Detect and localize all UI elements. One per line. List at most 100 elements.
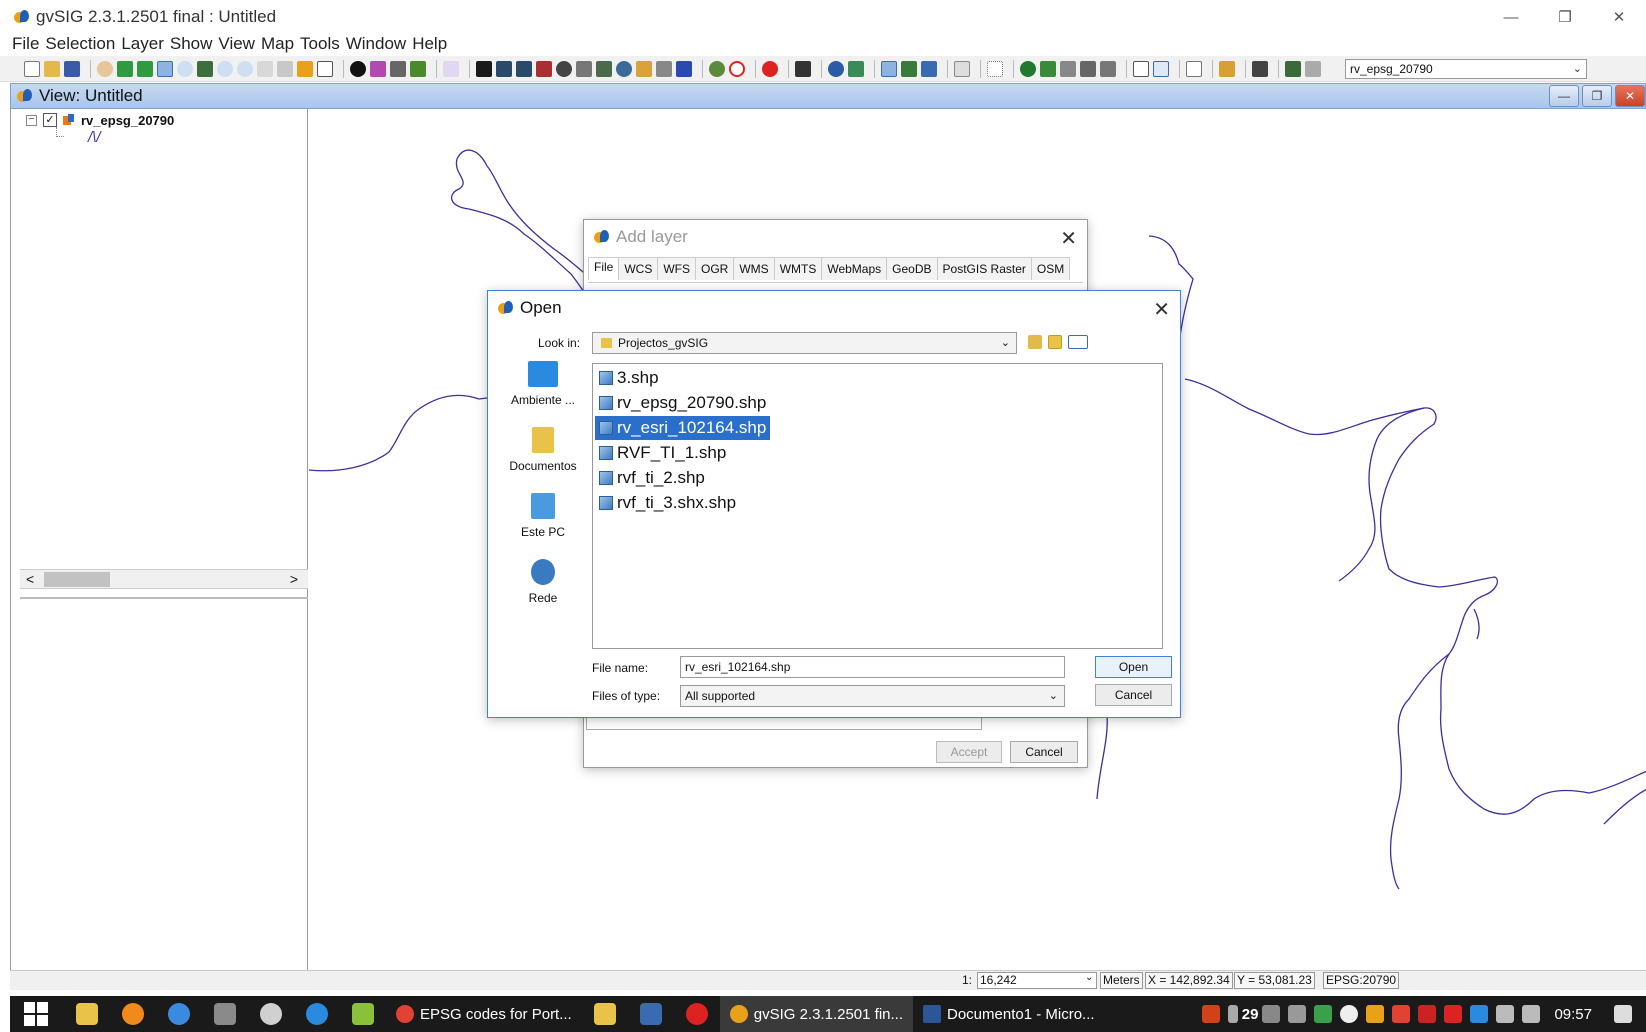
toc-layer-row[interactable]: − ✓ rv_epsg_20790 [26,111,174,129]
document-icon[interactable] [1186,60,1202,77]
export-icon[interactable] [901,60,917,77]
files-of-type-combo[interactable]: All supported ⌄ [680,685,1065,707]
file-item[interactable]: 3.shp [595,366,663,390]
new-folder-icon[interactable] [1048,335,1062,349]
menu-window[interactable]: Window [346,34,406,54]
clear-selection-icon[interactable] [656,60,672,77]
tray-icon[interactable] [1418,1005,1437,1023]
file-item[interactable]: rv_epsg_20790.shp [595,391,770,415]
measure-distance-icon[interactable] [370,60,386,77]
filezilla-icon[interactable] [1201,1005,1220,1023]
taskbar-app-chrome[interactable]: EPSG codes for Port... [386,996,582,1032]
select-rect-icon[interactable] [496,60,512,77]
tab-wfs[interactable]: WFS [657,257,697,280]
tab-osm[interactable]: OSM [1030,257,1071,280]
tools-icon[interactable] [795,60,811,77]
qgis-icon[interactable] [352,1003,374,1025]
layer-visibility-checkbox[interactable]: ✓ [43,113,57,127]
tray-icon[interactable] [1340,1005,1359,1023]
menu-selection[interactable]: Selection [45,34,115,54]
invert-selection-icon[interactable] [636,60,652,77]
green-globe-icon[interactable] [1020,60,1036,77]
scroll-thumb[interactable] [44,572,110,587]
menu-help[interactable]: Help [412,34,447,54]
zoom-next-icon[interactable] [277,60,293,77]
up-folder-icon[interactable] [1028,335,1042,349]
tray-icon[interactable] [1227,1005,1238,1023]
tray-icon[interactable] [1366,1005,1385,1023]
zoom-previous-icon[interactable] [257,60,273,77]
tray-icon[interactable] [1262,1005,1281,1023]
clock[interactable]: 09:57 [1554,1006,1592,1023]
place-desktop[interactable]: Ambiente ... [498,361,588,407]
search-icon[interactable] [1153,60,1169,77]
look-in-combo[interactable]: Projectos_gvSIG ⌄ [592,332,1017,354]
toc-layer-name[interactable]: rv_epsg_20790 [81,113,174,128]
app-icon[interactable] [639,1003,662,1025]
tray-icon[interactable] [1288,1005,1307,1023]
app-icon[interactable] [214,1003,236,1025]
globe-icon[interactable] [828,60,844,77]
toc-horizontal-scrollbar[interactable]: < > [20,569,308,589]
select-layer-icon[interactable] [596,60,612,77]
chevron-down-icon[interactable]: ⌄ [1085,972,1093,983]
menu-layer[interactable]: Layer [121,34,164,54]
app-icon[interactable] [685,1003,708,1025]
table-icon[interactable] [1040,60,1056,77]
taskbar-app-word[interactable]: Documento1 - Micro... [913,996,1105,1032]
snap-icon[interactable] [987,60,1003,77]
target-icon[interactable] [729,60,745,77]
attribute-table-icon[interactable] [1219,60,1235,77]
taskbar-app-gvsig[interactable]: gvSIG 2.3.1.2501 fin... [719,996,913,1032]
select-pointer-icon[interactable] [476,60,492,77]
zoom-in-2-icon[interactable] [217,60,233,77]
refresh-icon[interactable] [1060,60,1076,77]
file-explorer-icon[interactable] [76,1003,98,1025]
file-name-input[interactable]: rv_esri_102164.shp [680,656,1065,678]
graph-icon[interactable] [954,60,970,77]
tab-webmaps[interactable]: WebMaps [821,257,888,280]
zoom-select-icon[interactable] [137,60,153,77]
tab-file[interactable]: File [588,257,620,280]
place-documents[interactable]: Documentos [498,427,588,473]
file-list[interactable]: 3.shp rv_epsg_20790.shp rv_esri_102164.s… [592,363,1163,649]
tab-geodb[interactable]: GeoDB [886,257,938,280]
file-item[interactable]: RVF_TI_1.shp [595,441,730,465]
add-layer-icon[interactable] [443,60,459,77]
tab-wms[interactable]: WMS [733,257,775,280]
file-item-selected[interactable]: rv_esri_102164.shp [595,416,771,440]
network-icon[interactable] [1080,60,1096,77]
alert-icon[interactable] [762,60,778,77]
open-project-icon[interactable] [44,60,60,77]
view-minimize-button[interactable]: — [1549,85,1579,107]
filter-icon[interactable] [676,60,692,77]
scroll-right-icon[interactable]: > [290,571,298,587]
locator-icon[interactable] [297,60,313,77]
file-item[interactable]: rvf_ti_3.shx.shp [595,491,740,515]
place-this-pc[interactable]: Este PC [498,493,588,539]
gear-icon[interactable] [122,1003,144,1025]
select-buffer-icon[interactable] [576,60,592,77]
minimize-button[interactable]: — [1484,0,1538,34]
windows-start-icon[interactable] [24,1002,48,1026]
collapse-icon[interactable]: − [26,114,37,126]
menu-view[interactable]: View [218,34,255,54]
tray-icon[interactable] [1392,1005,1411,1023]
menu-file[interactable]: File [12,34,39,54]
place-network[interactable]: Rede [498,559,588,605]
app-icon[interactable] [168,1003,190,1025]
edit-icon[interactable] [881,60,897,77]
zoom-out-icon[interactable] [177,60,193,77]
measure-area-icon[interactable] [390,60,406,77]
select-all-icon[interactable] [616,60,632,77]
tab-postgis-raster[interactable]: PostGIS Raster [936,257,1032,280]
menu-tools[interactable]: Tools [300,34,340,54]
layer-stack-icon[interactable] [1285,60,1301,77]
active-layer-combo[interactable]: rv_epsg_20790 ⌄ [1345,59,1587,79]
pan-icon[interactable] [97,60,113,77]
print-preview-icon[interactable] [1133,60,1149,77]
layers-icon[interactable] [1252,60,1268,77]
zoom-layer-icon[interactable] [197,60,213,77]
close-icon[interactable]: ✕ [1060,226,1077,251]
scale-input[interactable]: 16,242 [977,972,1097,989]
